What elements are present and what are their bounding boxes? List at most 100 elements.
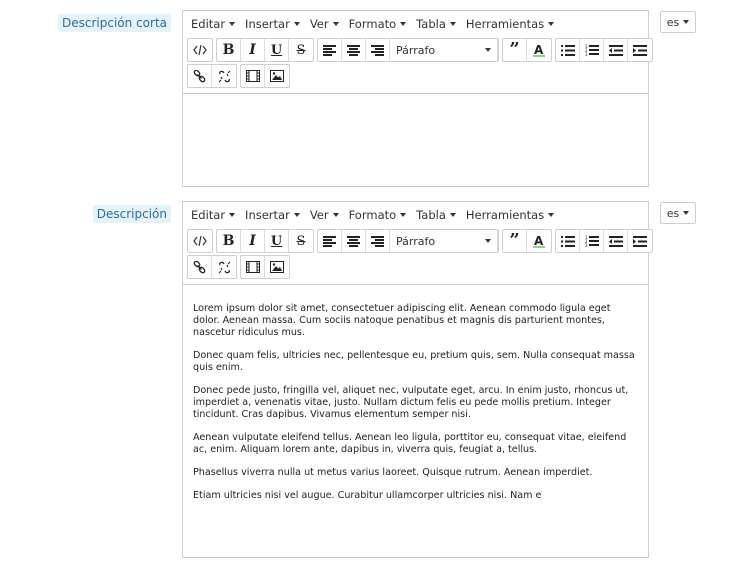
rich-text-editor: Editar Insertar Ver Formato Tabla Herram… bbox=[182, 10, 653, 187]
link-button[interactable] bbox=[188, 256, 212, 278]
link-button[interactable] bbox=[188, 65, 212, 87]
numbered-list-button[interactable]: 123 bbox=[580, 39, 604, 61]
menu-herramientas[interactable]: Herramientas bbox=[461, 11, 559, 36]
menu-ver[interactable]: Ver bbox=[305, 11, 344, 36]
caret-down-icon bbox=[485, 48, 491, 52]
paragraph: Lorem ipsum dolor sit amet, consectetuer… bbox=[193, 303, 611, 338]
italic-button[interactable]: I bbox=[241, 230, 265, 252]
numbered-list-button[interactable]: 123 bbox=[580, 230, 604, 252]
editor-content-area[interactable]: Lorem ipsum dolor sit amet, consectetuer… bbox=[183, 284, 648, 557]
outdent-button[interactable] bbox=[604, 230, 628, 252]
caret-down-icon bbox=[683, 20, 690, 24]
paragraph: Phasellus viverra nulla ut metus varius … bbox=[193, 467, 593, 478]
menu-formato[interactable]: Formato bbox=[344, 11, 412, 36]
media-icon bbox=[245, 70, 260, 82]
bold-button[interactable]: B bbox=[217, 230, 241, 252]
menu-herramientas[interactable]: Herramientas bbox=[461, 202, 559, 227]
caret-down-icon bbox=[332, 212, 339, 217]
align-right-button[interactable] bbox=[366, 230, 390, 252]
link-icon bbox=[193, 69, 206, 82]
indent-icon bbox=[633, 44, 647, 56]
outdent-button[interactable] bbox=[604, 39, 628, 61]
bullet-list-icon bbox=[560, 235, 575, 247]
link-icon bbox=[193, 260, 206, 273]
menu-insertar[interactable]: Insertar bbox=[240, 202, 305, 227]
unlink-icon bbox=[218, 261, 230, 273]
align-right-button[interactable] bbox=[366, 39, 390, 61]
menu-tabla[interactable]: Tabla bbox=[411, 202, 461, 227]
format-select[interactable]: Párrafo bbox=[390, 230, 498, 252]
field-label: Descripción bbox=[92, 205, 171, 223]
unlink-button[interactable] bbox=[212, 65, 236, 87]
blockquote-icon: ” bbox=[509, 230, 520, 251]
menu-formato[interactable]: Formato bbox=[344, 202, 412, 227]
language-button[interactable]: es bbox=[660, 202, 696, 224]
code-button[interactable] bbox=[188, 230, 212, 252]
strikethrough-button[interactable]: S bbox=[289, 39, 313, 61]
bullet-list-button[interactable] bbox=[556, 39, 580, 61]
menu-tabla[interactable]: Tabla bbox=[411, 11, 461, 36]
align-right-icon bbox=[371, 44, 384, 56]
bold-button[interactable]: B bbox=[217, 39, 241, 61]
media-button[interactable] bbox=[241, 256, 265, 278]
menu-editar[interactable]: Editar bbox=[186, 202, 240, 227]
caret-down-icon bbox=[332, 21, 339, 26]
bullet-list-button[interactable] bbox=[556, 230, 580, 252]
align-left-icon bbox=[323, 44, 336, 56]
strikethrough-icon: S bbox=[296, 233, 306, 249]
media-icon bbox=[245, 261, 260, 273]
strikethrough-button[interactable]: S bbox=[289, 230, 313, 252]
italic-button[interactable]: I bbox=[241, 39, 265, 61]
underline-button[interactable]: U bbox=[265, 39, 289, 61]
menubar: Editar Insertar Ver Formato Tabla Herram… bbox=[183, 202, 648, 227]
image-button[interactable] bbox=[265, 256, 289, 278]
blockquote-button[interactable]: ” bbox=[503, 39, 527, 61]
caret-down-icon bbox=[449, 212, 456, 217]
media-button[interactable] bbox=[241, 65, 265, 87]
svg-text:3: 3 bbox=[585, 52, 588, 56]
align-left-button[interactable] bbox=[318, 230, 342, 252]
align-left-button[interactable] bbox=[318, 39, 342, 61]
image-icon bbox=[270, 70, 284, 82]
caret-down-icon bbox=[485, 239, 491, 243]
blockquote-icon: ” bbox=[509, 39, 520, 60]
caret-down-icon bbox=[293, 212, 300, 217]
align-center-icon bbox=[347, 235, 360, 247]
underline-icon: U bbox=[270, 233, 283, 249]
language-button[interactable]: es bbox=[660, 11, 696, 33]
text-color-button[interactable]: A bbox=[527, 39, 551, 61]
align-center-button[interactable] bbox=[342, 230, 366, 252]
image-button[interactable] bbox=[265, 65, 289, 87]
code-button[interactable] bbox=[188, 39, 212, 61]
strikethrough-icon: S bbox=[296, 42, 306, 58]
field-label: Descripción corta bbox=[58, 14, 171, 32]
code-icon bbox=[193, 44, 207, 56]
caret-down-icon bbox=[683, 211, 690, 215]
toolbar: B I U S Párrafo ” A 123 bbox=[183, 36, 653, 88]
underline-button[interactable]: U bbox=[265, 230, 289, 252]
caret-down-icon bbox=[449, 21, 456, 26]
indent-icon bbox=[633, 235, 647, 247]
numbered-list-icon: 123 bbox=[585, 235, 599, 247]
indent-button[interactable] bbox=[628, 230, 652, 252]
menu-editar[interactable]: Editar bbox=[186, 11, 240, 36]
underline-icon: U bbox=[270, 42, 283, 58]
blockquote-button[interactable]: ” bbox=[503, 230, 527, 252]
indent-button[interactable] bbox=[628, 39, 652, 61]
text-color-button[interactable]: A bbox=[527, 230, 551, 252]
text-color-icon: A bbox=[533, 234, 545, 248]
caret-down-icon bbox=[293, 21, 300, 26]
unlink-button[interactable] bbox=[212, 256, 236, 278]
editor-content-area[interactable] bbox=[183, 93, 648, 186]
bullet-list-icon bbox=[560, 44, 575, 56]
caret-down-icon bbox=[548, 21, 555, 26]
svg-text:A: A bbox=[534, 43, 544, 57]
align-center-button[interactable] bbox=[342, 39, 366, 61]
numbered-list-icon: 123 bbox=[585, 44, 599, 56]
align-right-icon bbox=[371, 235, 384, 247]
paragraph: Aenean vulputate eleifend tellus. Aenean… bbox=[193, 432, 627, 455]
bold-icon: B bbox=[222, 233, 235, 249]
menu-insertar[interactable]: Insertar bbox=[240, 11, 305, 36]
format-select[interactable]: Párrafo bbox=[390, 39, 498, 61]
menu-ver[interactable]: Ver bbox=[305, 202, 344, 227]
